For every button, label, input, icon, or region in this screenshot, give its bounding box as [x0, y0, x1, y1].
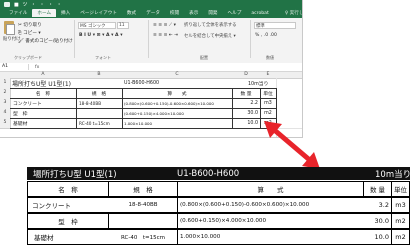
font-name-select[interactable]: MS ゴシック: [78, 22, 116, 29]
align-top-buttons[interactable]: ≡ ≡ ≡ ⟋ ▾: [153, 22, 176, 28]
cell-d4[interactable]: 30.0: [232, 108, 258, 118]
cell-a5[interactable]: 基礎材: [13, 118, 75, 128]
cell-a3[interactable]: コンクリート: [13, 98, 75, 108]
zoom-name: 基礎材: [28, 230, 114, 244]
ribbon-tabs: ファイル ホーム 挿入 ページレイアウト 数式 データ 校閲 表示 開発 ヘルプ…: [0, 8, 302, 18]
tab-home[interactable]: ホーム: [32, 9, 57, 17]
zoomed-table-header: 場所打ちU型 U1型(1) U1-B600-H600 10m当り: [27, 167, 412, 180]
title-bar: ■ ツ ・ ・ ・ ・: [0, 0, 302, 8]
tab-help[interactable]: ヘルプ: [223, 9, 247, 17]
group-divider: [74, 20, 75, 58]
zoom-formula: 1.000×10.000: [178, 230, 365, 244]
column-header-f[interactable]: [276, 72, 302, 79]
tab-acrobat[interactable]: acrobat: [246, 10, 273, 17]
cell-e4[interactable]: m2: [260, 108, 276, 118]
cell-e2[interactable]: 単位: [260, 88, 276, 98]
cell-d2[interactable]: 数 量: [232, 88, 260, 98]
zoom-formula: (0.600+0.150)×4.000×10.000: [178, 214, 365, 228]
cut-button[interactable]: ✂ 切り取り: [18, 22, 42, 28]
quick-access-toolbar[interactable]: ■ ツ ・ ・ ・ ・: [14, 1, 63, 8]
cell-b5[interactable]: RC-40 t=15cm: [79, 118, 121, 128]
formula-bar: A1 fx: [0, 63, 302, 72]
cell-a2[interactable]: 名 称: [10, 88, 76, 98]
cell-e3[interactable]: m3: [260, 98, 276, 108]
tab-formulas[interactable]: 数式: [122, 9, 141, 17]
cell-d3[interactable]: 2.2: [232, 98, 258, 108]
double-arrow-icon: [264, 121, 320, 169]
tab-view[interactable]: 表示: [184, 9, 203, 17]
cell-c1-spec[interactable]: U1-B600-H600: [124, 78, 224, 88]
zoom-col-formula: 算 式: [178, 182, 363, 196]
worksheet: A B C D E 1 2 3 4 5 場所打ちU型 U1型(1) U1-B60…: [0, 72, 302, 137]
tab-insert[interactable]: 挿入: [56, 9, 75, 17]
zoom-column-header-row: 名 称 規 格 算 式 数 量 単位: [27, 181, 410, 197]
zoom-col-spec: 規 格: [109, 182, 177, 196]
number-group-label: 数値: [266, 55, 274, 60]
cell-a4[interactable]: 型 枠: [13, 108, 75, 118]
alignment-group-label: 配置: [200, 55, 208, 60]
zoom-spec-value: RC-40 t=15cm: [109, 230, 177, 244]
tab-file[interactable]: ファイル: [4, 9, 32, 17]
zoom-spec-value: [109, 214, 177, 228]
zoomed-table: 場所打ちU型 U1型(1) U1-B600-H600 10m当り 名 称 規 格…: [27, 167, 412, 249]
tab-page-layout[interactable]: ページレイアウト: [75, 9, 122, 17]
zoom-name: コンクリート: [28, 198, 112, 212]
clipboard-group-label: クリップボード: [14, 55, 42, 60]
table-row: 型 枠 (0.600+0.150)×4.000×10.000 30.0 m2: [27, 213, 410, 229]
excel-app-icon: [4, 1, 10, 7]
zoom-qty: 30.0: [364, 214, 391, 228]
tab-developer[interactable]: 開発: [203, 9, 222, 17]
cell-c5[interactable]: 1.000×10.000: [124, 118, 231, 128]
group-divider: [250, 20, 251, 58]
cell-c4[interactable]: (0.600+0.150)×4.000×10.000: [124, 108, 231, 118]
name-box[interactable]: A1: [0, 64, 29, 70]
zoom-qty: 3.2: [364, 198, 391, 212]
zoom-title: 場所打ちU型 U1型(1): [33, 169, 117, 180]
excel-window: ■ ツ ・ ・ ・ ・ ファイル ホーム 挿入 ページレイアウト 数式 データ …: [0, 0, 303, 138]
cell-c2[interactable]: 算 式: [122, 88, 232, 98]
zoom-formula: (0.800×(0.600+0.150)-0.600×0.600)×10.000: [178, 198, 365, 212]
table-row: 基礎材 RC-40 t=15cm 1.000×10.000 10.0 m2: [27, 229, 410, 245]
cell-d5[interactable]: 10.0: [232, 118, 258, 128]
table-border: [10, 128, 276, 129]
zoom-col-name: 名 称: [28, 182, 108, 196]
ribbon: 貼り付け ✂ 切り取り ⎘ コピー ▾ 🖌 書式のコピー/貼り付け クリップボー…: [0, 18, 302, 64]
table-row: コンクリート 18-8-40BB (0.800×(0.600+0.150)-0.…: [27, 197, 410, 213]
zoom-col-qty: 数 量: [364, 182, 391, 196]
cell-d1-unit[interactable]: 10m当り: [248, 78, 276, 88]
merge-center-button[interactable]: セルを結合して中央揃え ▾: [184, 33, 236, 39]
group-divider: [148, 20, 149, 58]
tell-me-box[interactable]: ♀ 実行したい作業を入力してください: [280, 9, 302, 17]
zoom-unit-value: m3: [392, 198, 409, 212]
fx-icon[interactable]: fx: [29, 65, 45, 70]
cell-b3[interactable]: 18-8-40BB: [79, 98, 121, 108]
zoom-col-unit: 単位: [392, 182, 409, 196]
cell-a1-title[interactable]: 場所打ちU型 U1型(1): [12, 78, 122, 88]
zoom-qty: 10.0: [364, 230, 391, 244]
number-format-buttons[interactable]: % , .0 .00: [255, 33, 277, 38]
cell-b2[interactable]: 規 格: [76, 88, 122, 98]
font-group-label: フォント: [95, 55, 111, 60]
zoom-spec: U1-B600-H600: [177, 168, 240, 179]
zoom-name: 型 枠: [28, 214, 108, 228]
zoom-unit-value: m2: [392, 230, 409, 244]
font-size-select[interactable]: 11: [117, 22, 129, 29]
font-format-buttons[interactable]: B I U ▾ ⊞ ▾ A ▾ A ▾: [79, 33, 123, 38]
format-painter-button[interactable]: 🖌 書式のコピー/貼り付け: [18, 38, 73, 44]
zoom-spec-value: 18-8-40BB: [109, 198, 177, 212]
zoom-unit-value: m2: [392, 214, 409, 228]
paste-icon[interactable]: [4, 21, 15, 35]
number-format-select[interactable]: 標準: [254, 22, 296, 29]
cell-c3[interactable]: (0.800×(0.600+0.150)-0.600×0.600)×10.000: [124, 98, 231, 108]
align-buttons[interactable]: ≡ ≡ ≡ ⇤ ⇥: [153, 33, 178, 38]
tab-data[interactable]: データ: [141, 9, 165, 17]
copy-button[interactable]: ⎘ コピー ▾: [18, 30, 41, 36]
zoom-unit: 10m当り: [375, 169, 412, 180]
tab-review[interactable]: 校閲: [165, 9, 184, 17]
wrap-text-button[interactable]: 折り返して全体を表示する: [184, 22, 237, 28]
